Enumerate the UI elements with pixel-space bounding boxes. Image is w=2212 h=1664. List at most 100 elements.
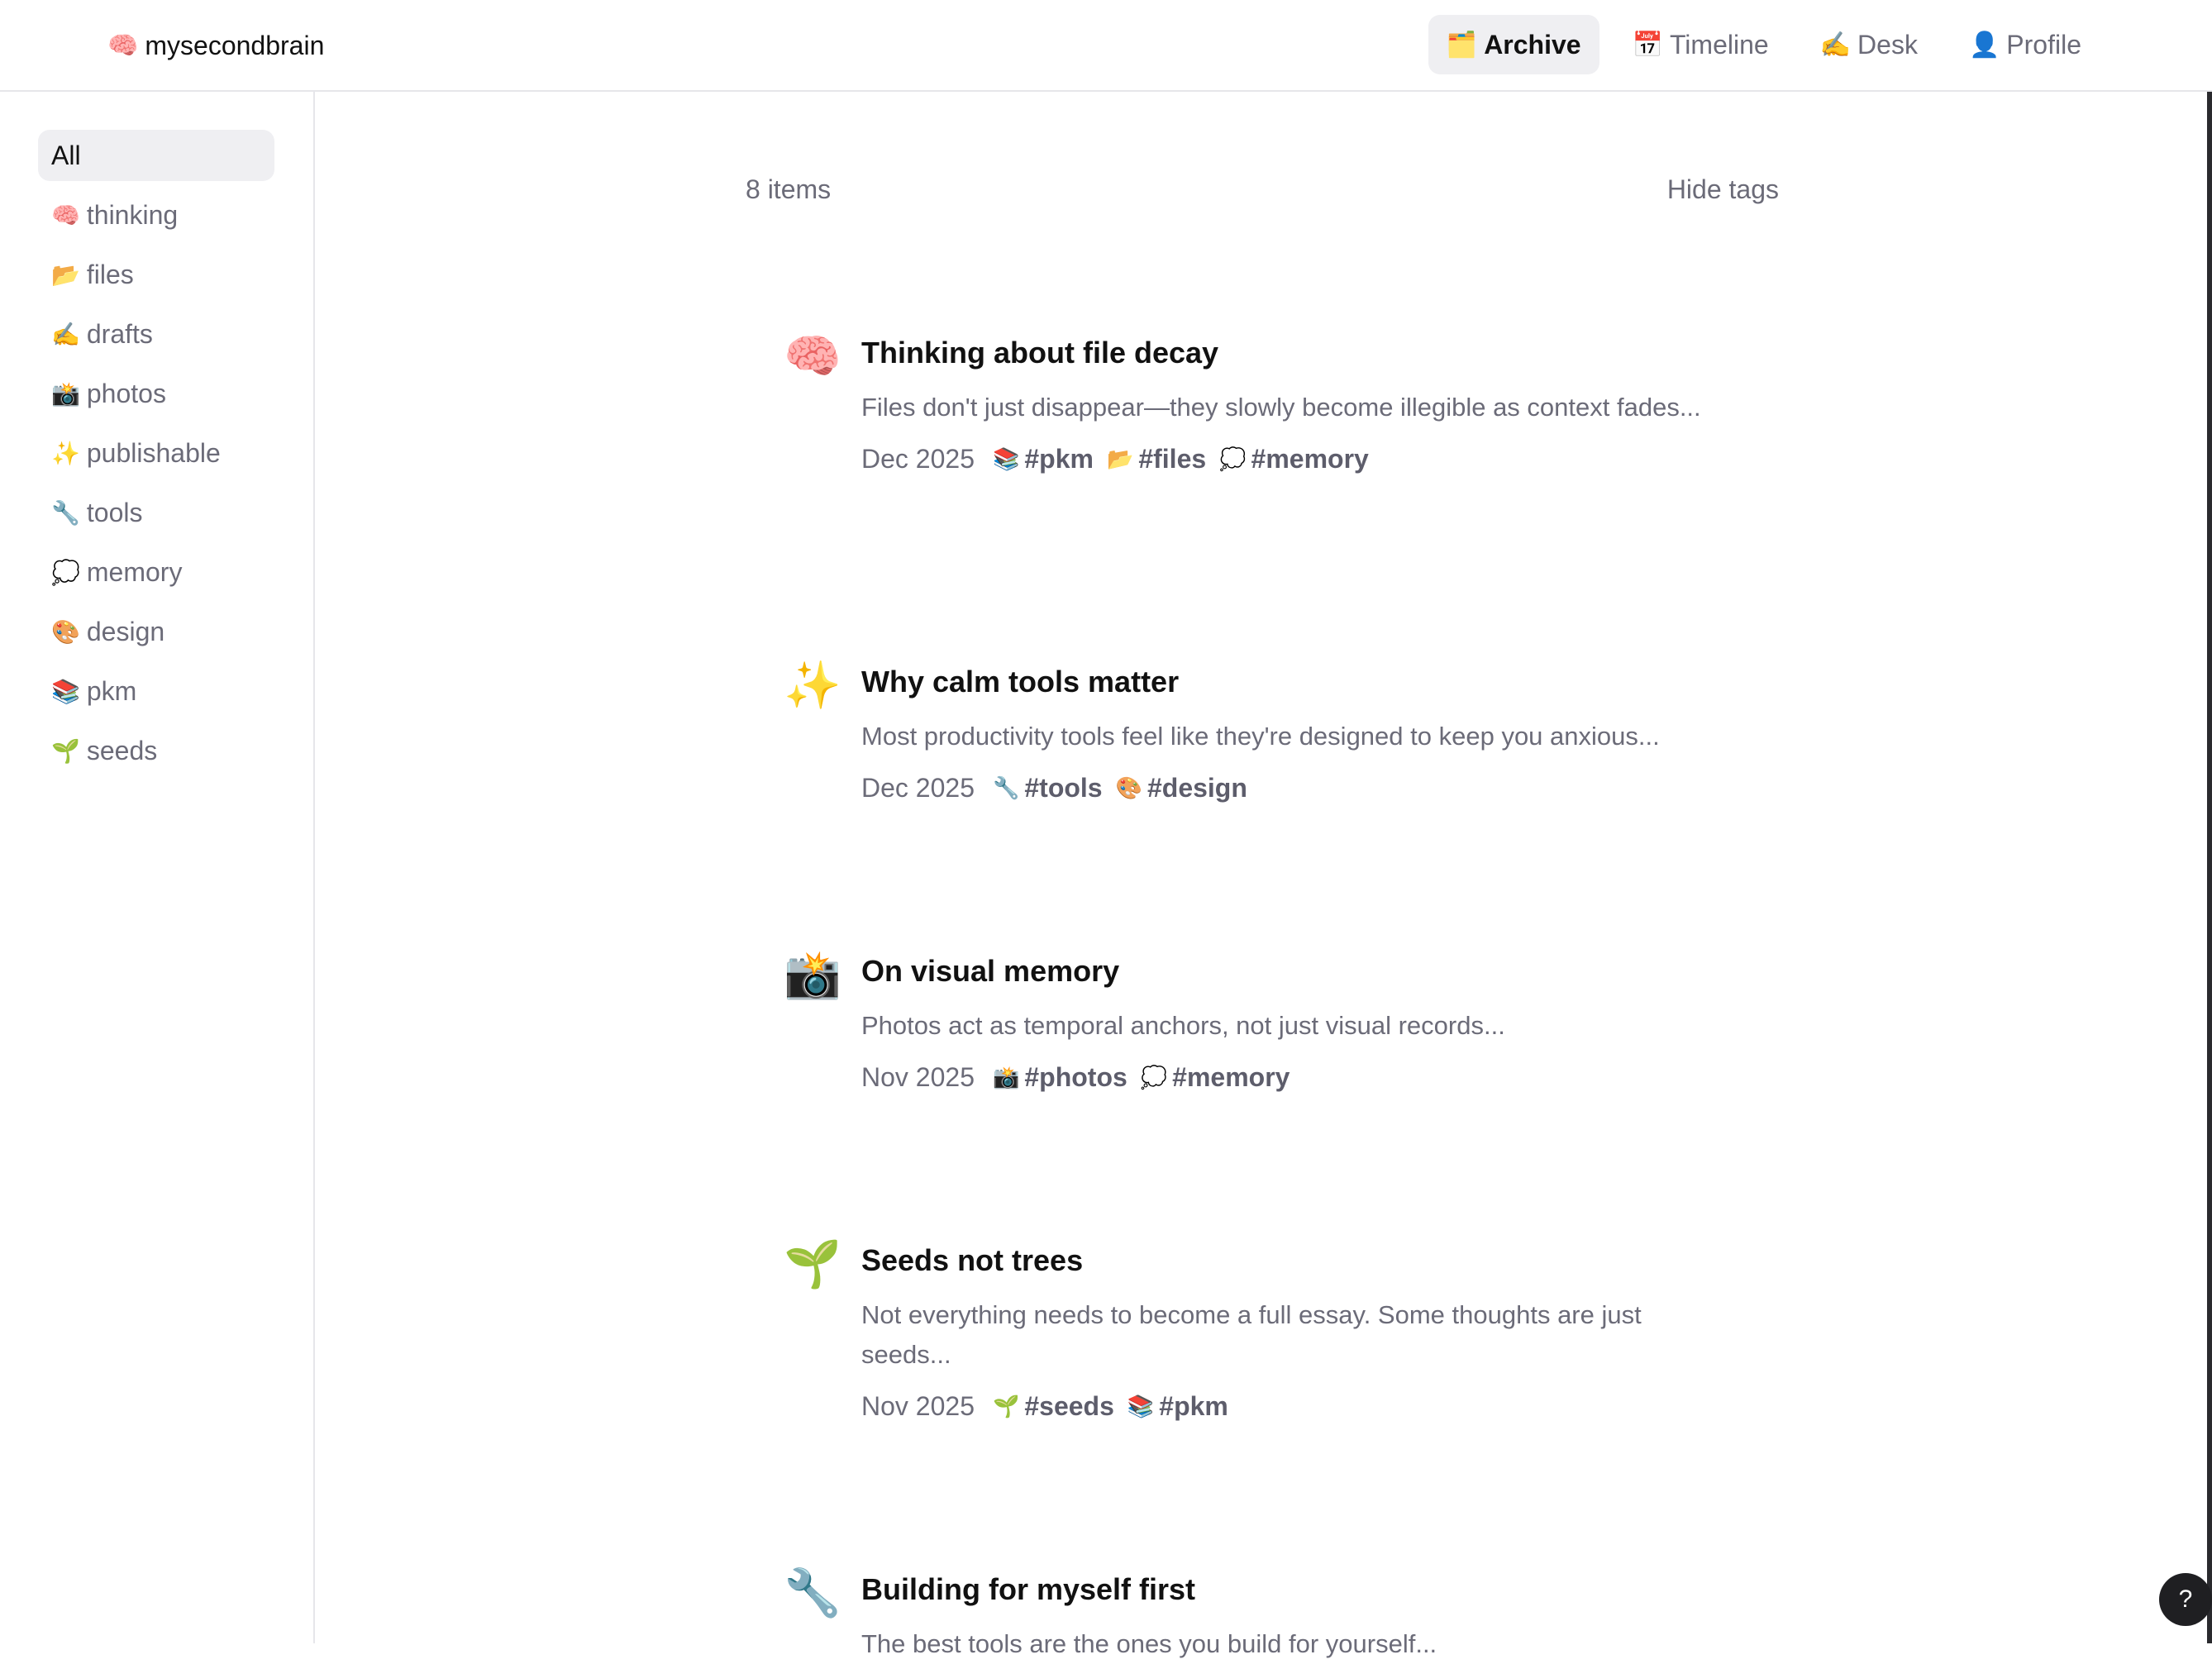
item-meta: Nov 2025 📸 #photos 💭 #memory [861, 1062, 1729, 1093]
thought-balloon-icon: 💭 [1140, 1065, 1168, 1089]
sidebar-item-pkm[interactable]: 📚 pkm [38, 665, 274, 717]
nav-profile[interactable]: 👤 Profile [1951, 15, 2100, 74]
sidebar-item-label: design [86, 616, 165, 646]
nav-label: Desk [1857, 29, 1918, 60]
books-icon: 📚 [992, 446, 1020, 471]
item-title[interactable]: Why calm tools matter [861, 662, 1729, 702]
tag-label: #photos [1024, 1062, 1127, 1092]
item-meta: Nov 2025 🌱 #seeds 📚 #pkm [861, 1391, 1729, 1422]
nav-label: Profile [2006, 29, 2081, 60]
tag-tools[interactable]: 🔧 #tools [993, 773, 1103, 803]
writing-hand-icon: ✍️ [51, 321, 80, 347]
item-excerpt: The best tools are the ones you build fo… [861, 1629, 1437, 1658]
sidebar-item-thinking[interactable]: 🧠 thinking [38, 189, 274, 241]
item-title[interactable]: Thinking about file decay [861, 333, 1729, 373]
sidebar-item-drafts[interactable]: ✍️ drafts [38, 308, 274, 360]
nav-label: Archive [1484, 29, 1581, 60]
card-index-icon: 🗂️ [1446, 31, 1478, 59]
tag-seeds[interactable]: 🌱 #seeds [993, 1391, 1114, 1422]
camera-icon: 📸 [992, 1065, 1020, 1089]
item-excerpt: Files don't just disappear—they slowly b… [861, 393, 1701, 422]
tag-label: #memory [1251, 444, 1369, 474]
item-excerpt: Photos act as temporal anchors, not just… [861, 1011, 1505, 1040]
sidebar-item-seeds[interactable]: 🌱 seeds [38, 725, 274, 776]
nav-desk[interactable]: ✍️ Desk [1802, 15, 1936, 74]
sidebar-item-label: photos [86, 378, 166, 408]
item-date: Nov 2025 [861, 1391, 975, 1421]
seedling-icon: 🌱 [784, 1237, 841, 1290]
nav-archive[interactable]: 🗂️ Archive [1428, 15, 1599, 74]
seedling-icon: 🌱 [992, 1394, 1020, 1418]
sidebar-item-label: memory [86, 556, 183, 587]
sidebar-item-label: drafts [86, 318, 153, 349]
wrench-icon: 🔧 [992, 775, 1020, 800]
camera-icon: 📸 [784, 948, 841, 1000]
sidebar-item-publishable[interactable]: ✨ publishable [38, 427, 274, 479]
sidebar-item-label: files [86, 259, 134, 289]
thought-balloon-icon: 💭 [1219, 446, 1247, 471]
wrench-icon: 🔧 [784, 1566, 841, 1619]
tag-label: #design [1147, 773, 1247, 803]
tag-label: #pkm [1024, 444, 1094, 474]
writing-hand-icon: ✍️ [1819, 31, 1852, 59]
brain-icon: 🧠 [784, 330, 841, 382]
tag-label: #pkm [1159, 1391, 1228, 1421]
camera-icon: 📸 [51, 380, 80, 407]
list-header: 8 items Hide tags [746, 174, 1779, 205]
tag-memory[interactable]: 💭 #memory [1219, 444, 1369, 474]
top-nav: 🗂️ Archive 📅 Timeline ✍️ Desk 👤 Profile [1428, 15, 2100, 74]
tag-photos[interactable]: 📸 #photos [993, 1062, 1127, 1093]
sidebar-item-tools[interactable]: 🔧 tools [38, 487, 274, 538]
tag-pkm[interactable]: 📚 #pkm [1127, 1391, 1228, 1422]
tag-label: #memory [1172, 1062, 1290, 1092]
seedling-icon: 🌱 [51, 737, 80, 764]
nav-timeline[interactable]: 📅 Timeline [1614, 15, 1787, 74]
window-edge [2207, 92, 2212, 1643]
sidebar-item-label: publishable [86, 437, 221, 468]
tag-label: #seeds [1024, 1391, 1114, 1421]
tag-files[interactable]: 📂 #files [1107, 444, 1206, 474]
item-excerpt: Most productivity tools feel like they'r… [861, 722, 1660, 751]
item-title[interactable]: Building for myself first [861, 1570, 1729, 1609]
item-meta: Dec 2025 🔧 #tools 🎨 #design [861, 773, 1729, 803]
sidebar-item-memory[interactable]: 💭 memory [38, 546, 274, 598]
sidebar-item-label: All [51, 140, 81, 170]
hide-tags-button[interactable]: Hide tags [1667, 174, 1779, 205]
folder-icon: 📂 [51, 261, 80, 288]
brain-icon: 🧠 [51, 202, 80, 228]
sidebar-item-files[interactable]: 📂 files [38, 249, 274, 300]
sidebar-item-label: seeds [86, 735, 158, 765]
help-button[interactable]: ? [2159, 1573, 2212, 1626]
tag-design[interactable]: 🎨 #design [1116, 773, 1247, 803]
item-date: Dec 2025 [861, 773, 975, 803]
sparkles-icon: ✨ [51, 440, 80, 466]
brand-logo[interactable]: 🧠 mysecondbrain [107, 25, 324, 66]
sidebar-item-label: tools [86, 497, 143, 527]
tag-label: #files [1138, 444, 1207, 474]
books-icon: 📚 [51, 678, 80, 704]
item-date: Dec 2025 [861, 444, 975, 474]
brand-name: mysecondbrain [145, 30, 325, 60]
brain-icon: 🧠 [107, 31, 139, 60]
sidebar-item-label: pkm [86, 675, 137, 706]
item-title[interactable]: Seeds not trees [861, 1241, 1729, 1280]
item-excerpt: Not everything needs to become a full es… [861, 1300, 1642, 1369]
nav-label: Timeline [1669, 29, 1769, 60]
item-title[interactable]: On visual memory [861, 951, 1729, 991]
sidebar-item-photos[interactable]: 📸 photos [38, 368, 274, 419]
top-bar: 🧠 mysecondbrain 🗂️ Archive 📅 Timeline ✍️… [0, 0, 2212, 92]
sidebar-item-label: thinking [86, 199, 179, 230]
user-icon: 👤 [1968, 31, 2000, 59]
wrench-icon: 🔧 [51, 499, 80, 526]
sparkles-icon: ✨ [784, 659, 841, 711]
books-icon: 📚 [1127, 1394, 1155, 1418]
palette-icon: 🎨 [51, 618, 80, 645]
item-date: Nov 2025 [861, 1062, 975, 1092]
tag-pkm[interactable]: 📚 #pkm [993, 444, 1094, 474]
sidebar-item-all[interactable]: All [38, 130, 274, 181]
palette-icon: 🎨 [1115, 775, 1142, 800]
calendar-icon: 📅 [1632, 31, 1663, 59]
sidebar-item-design[interactable]: 🎨 design [38, 606, 274, 657]
sidebar: All 🧠 thinking 📂 files ✍️ drafts 📸 photo… [0, 92, 315, 1643]
tag-memory[interactable]: 💭 #memory [1141, 1062, 1290, 1093]
